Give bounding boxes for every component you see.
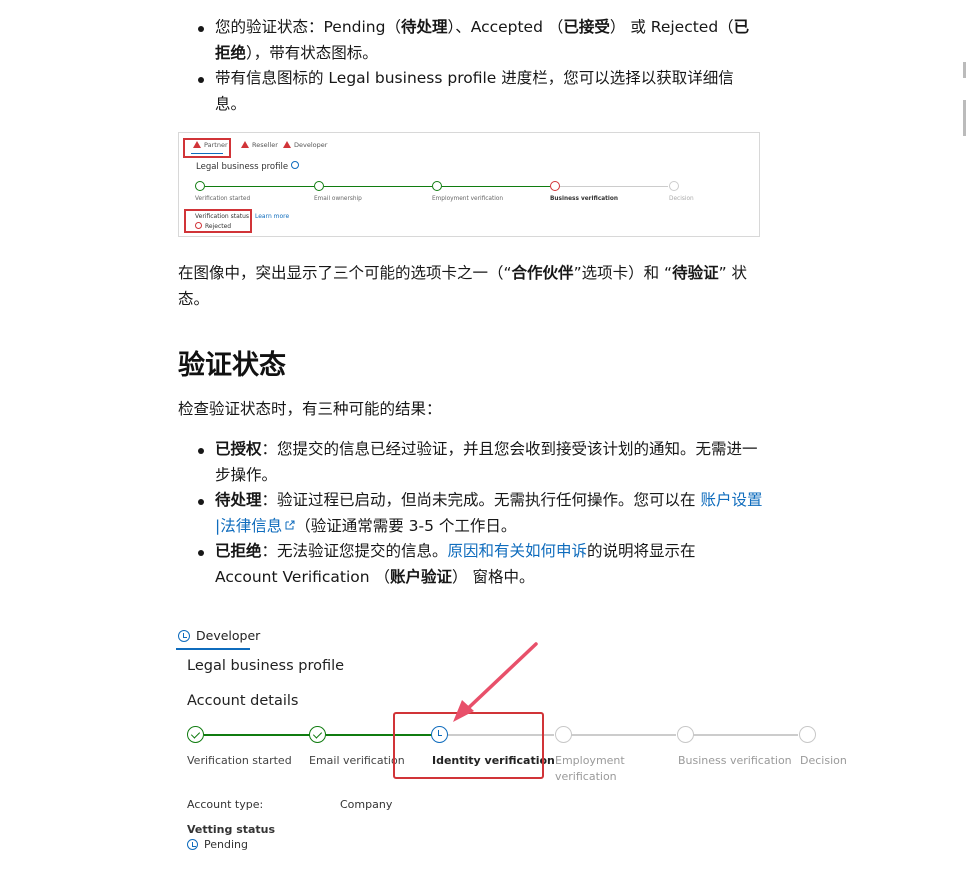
screenshot-partner-rejected: Partner Reseller Developer Legal busines… <box>178 132 760 237</box>
progress-line <box>324 186 432 187</box>
clock-icon <box>187 839 198 850</box>
step-label: Email ownership <box>314 196 362 202</box>
step-label: Verification started <box>195 196 251 202</box>
vetting-status-value: Pending <box>187 838 248 851</box>
progress-line <box>570 734 676 736</box>
account-type-value: Company <box>340 798 393 811</box>
list-item: 待处理：验证过程已启动，但尚未完成。无需执行任何操作。您可以在 账户设置 |法律… <box>178 488 763 539</box>
tab-developer[interactable]: Developer <box>178 628 260 643</box>
check-icon <box>195 181 205 191</box>
pending-step-icon <box>555 726 572 743</box>
step-label: Business verification <box>678 754 792 767</box>
tab-reseller[interactable]: Reseller <box>241 141 278 149</box>
error-icon <box>550 181 560 191</box>
step-label: Decision <box>669 196 694 202</box>
warning-icon <box>241 141 249 148</box>
text: 带有信息图标的 Legal business profile 进度栏，您可以选择… <box>215 69 734 113</box>
text: ）、Accepted （ <box>447 18 564 36</box>
clock-icon <box>178 630 190 642</box>
info-icon[interactable] <box>291 161 300 169</box>
step-label: Decision <box>800 754 847 767</box>
profile-title: Legal business profile <box>187 658 345 674</box>
progress-line <box>560 186 668 187</box>
status-bullet-list: 您的验证状态：Pending（待处理）、Accepted （已接受） 或 Rej… <box>178 15 763 117</box>
results-list-container: 已授权：您提交的信息已经过验证，并且您会收到接受该计划的通知。无需进一步操作。 … <box>178 437 763 590</box>
progress-line <box>205 186 314 187</box>
check-icon <box>309 726 326 743</box>
step-label: Employment verification <box>555 754 625 783</box>
active-tab-underline <box>176 648 250 650</box>
image-caption: 在图像中，突出显示了三个可能的选项卡之一（“合作伙伴”选项卡）和 “待验证” 状… <box>178 264 748 308</box>
check-icon <box>314 181 324 191</box>
verification-status: Verification status Learn more Rejected <box>195 213 290 230</box>
warning-icon <box>283 141 291 148</box>
list-item: 已拒绝：无法验证您提交的信息。原因和有关如何申诉的说明将显示在 Account … <box>178 539 763 590</box>
step-label: Verification started <box>187 754 292 767</box>
check-icon <box>432 181 442 191</box>
appeal-link[interactable]: 原因和有关如何申诉 <box>448 542 588 560</box>
profile-title: Legal business profile <box>196 161 300 172</box>
list-item: 您的验证状态：Pending（待处理）、Accepted （已接受） 或 Rej… <box>178 15 763 66</box>
text-bold: 已接受 <box>563 18 610 36</box>
account-type-label: Account type: <box>187 798 264 811</box>
learn-more-link[interactable]: Learn more <box>255 213 289 220</box>
highlight-box <box>183 138 231 158</box>
external-link-icon <box>285 520 295 529</box>
section-title: Account details <box>187 693 299 709</box>
text-bold: 待处理 <box>400 18 448 36</box>
step-label: Business verification <box>550 196 619 202</box>
check-icon <box>187 726 204 743</box>
progress-line <box>204 734 310 736</box>
intro-text: 检查验证状态时，有三种可能的结果： <box>178 400 442 418</box>
pending-step-icon <box>799 726 816 743</box>
section-heading: 验证状态 <box>178 350 286 381</box>
text: 您的验证状态：Pending（ <box>215 18 401 36</box>
progress-line <box>442 186 550 187</box>
step-label: Email verification <box>309 754 405 767</box>
list-item: 已授权：您提交的信息已经过验证，并且您会收到接受该计划的通知。无需进一步操作。 <box>178 437 763 488</box>
article: 您的验证状态：Pending（待处理）、Accepted （已接受） 或 Rej… <box>178 15 763 117</box>
results-list: 已授权：您提交的信息已经过验证，并且您会收到接受该计划的通知。无需进一步操作。 … <box>178 437 763 590</box>
progress-line <box>692 734 798 736</box>
pending-step-icon <box>677 726 694 743</box>
vetting-status-label: Vetting status <box>187 823 276 836</box>
pending-step-icon <box>669 181 679 191</box>
highlight-box <box>393 712 544 779</box>
error-icon <box>195 222 202 229</box>
screenshot-developer-pending: Developer Legal business profile Account… <box>170 612 870 871</box>
step-label: Employment verification <box>432 196 504 202</box>
text: ），带有状态图标。 <box>246 43 378 62</box>
text: ） 或 Rejected（ <box>609 18 734 36</box>
list-item: 带有信息图标的 Legal business profile 进度栏，您可以选择… <box>178 66 763 117</box>
tab-developer[interactable]: Developer <box>283 141 327 149</box>
